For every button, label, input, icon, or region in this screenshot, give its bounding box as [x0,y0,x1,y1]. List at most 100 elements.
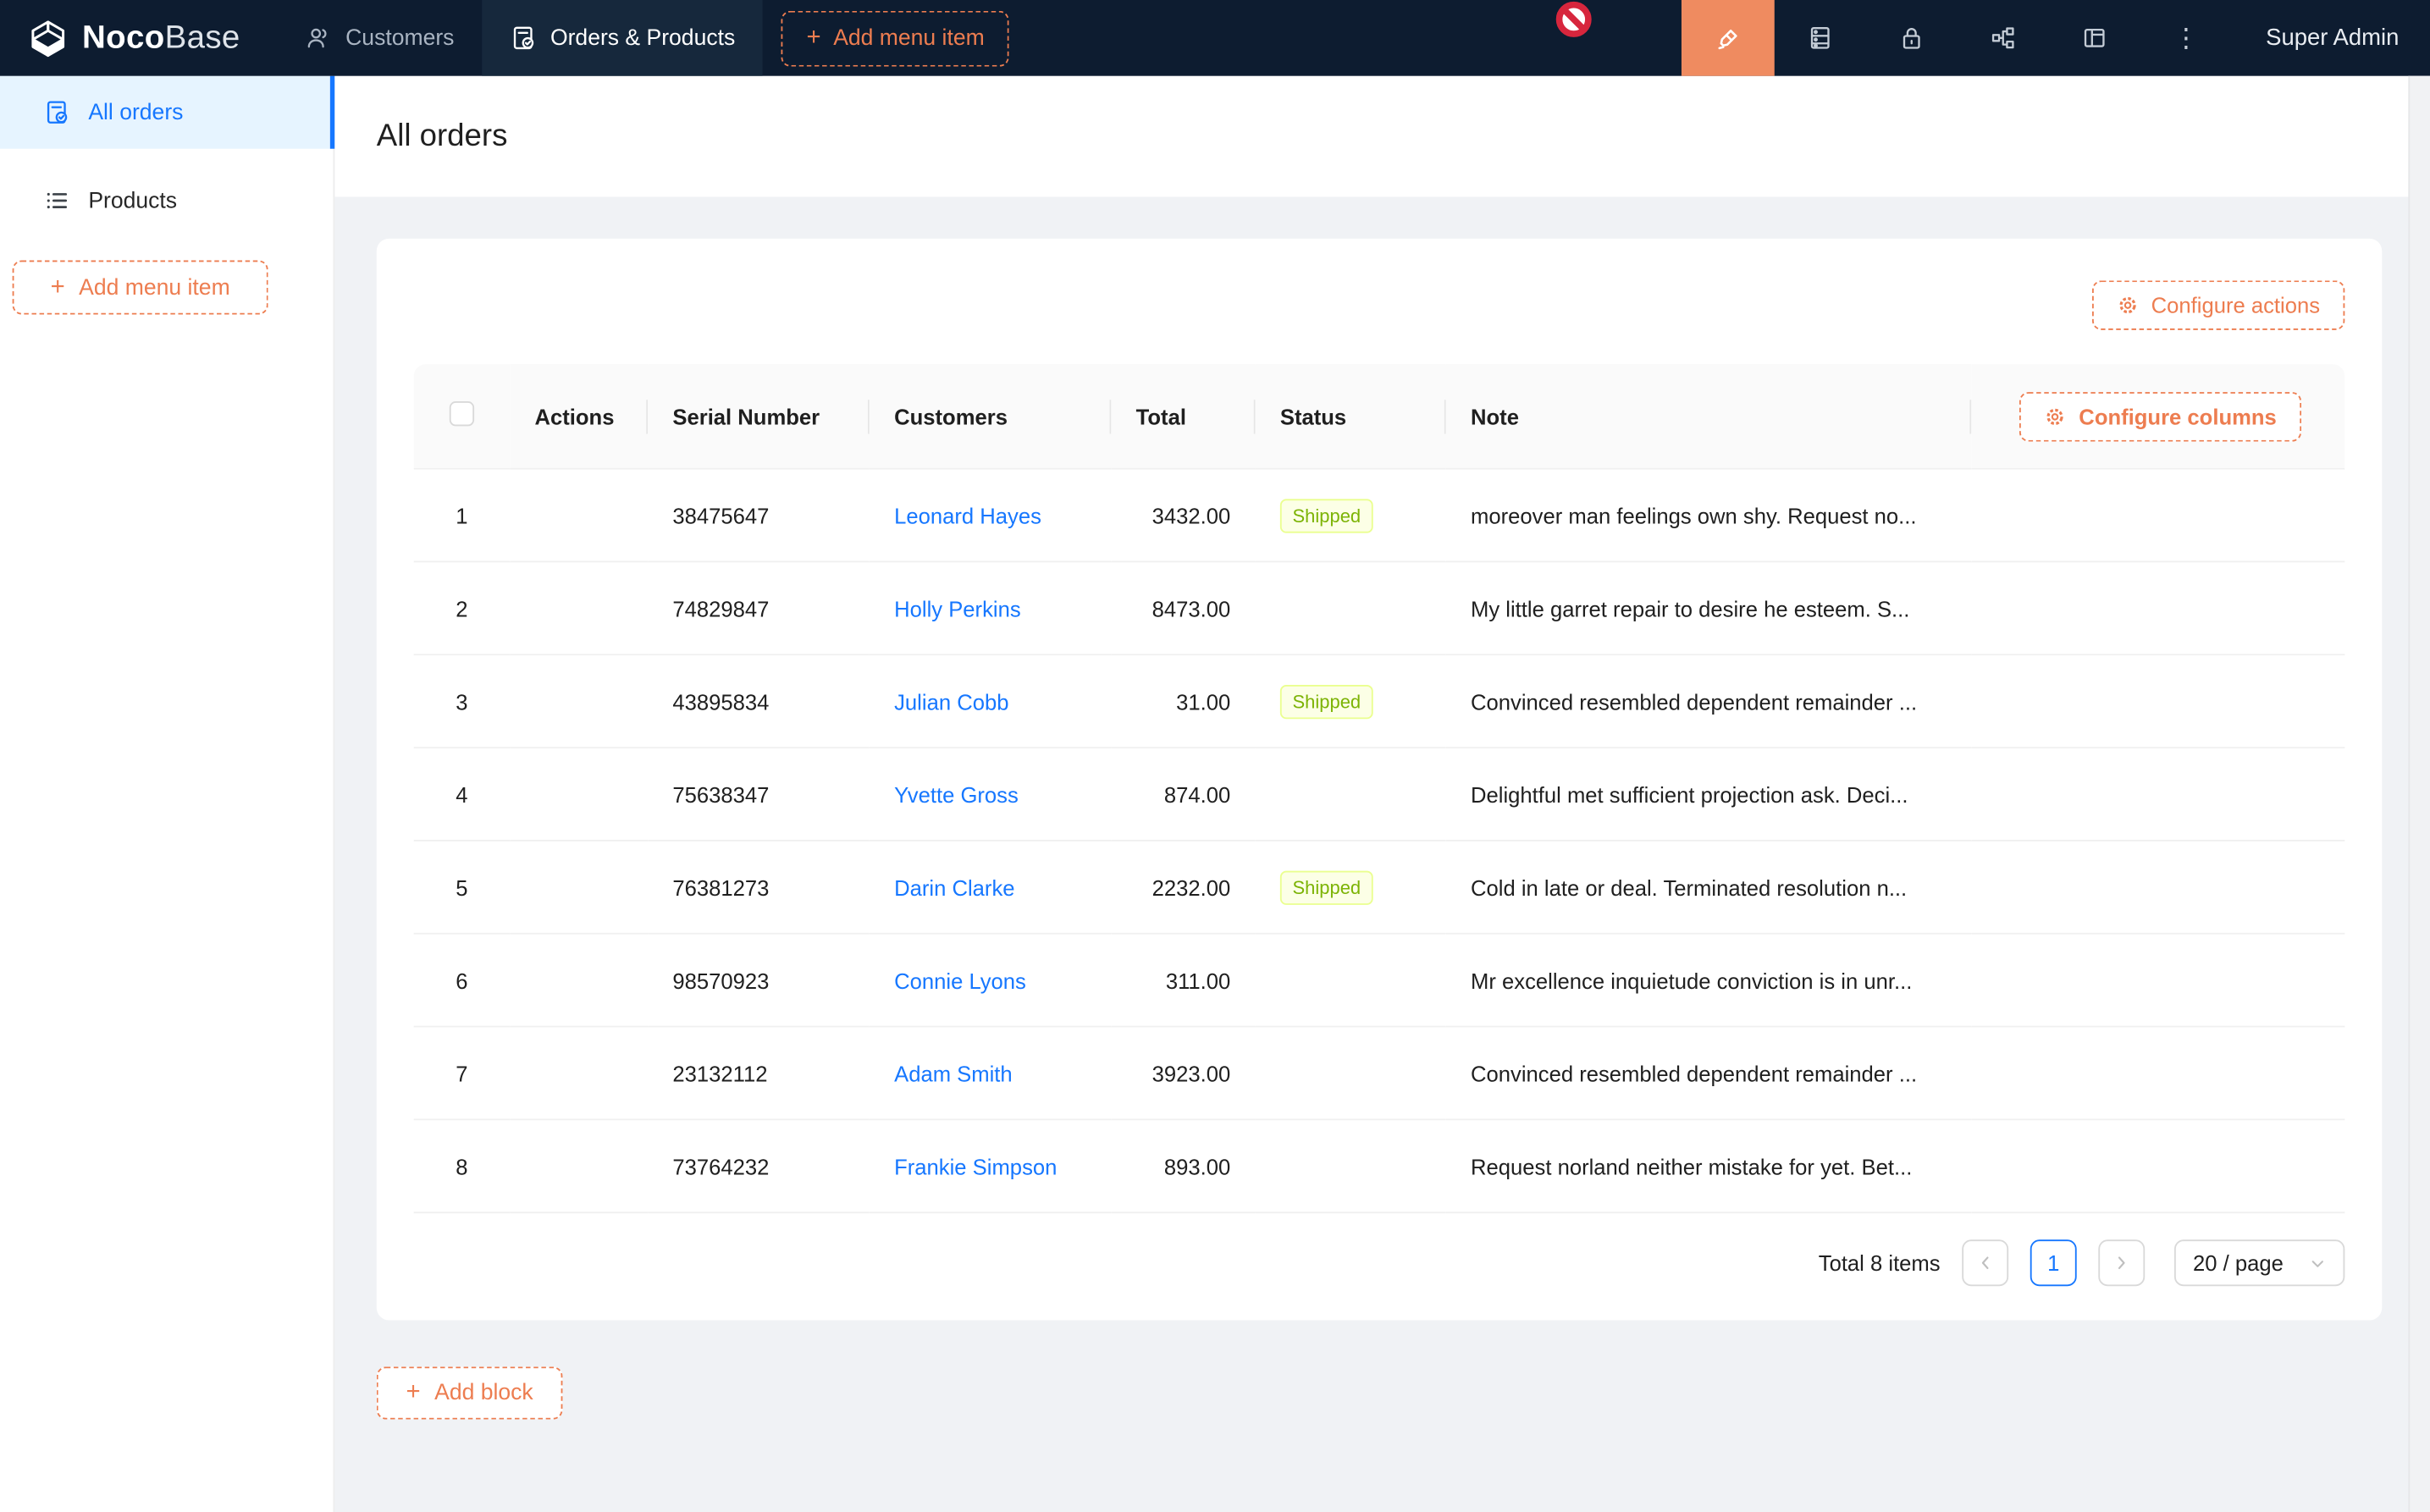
customer-link[interactable]: Adam Smith [894,1061,1013,1085]
table-row: 1 38475647 Leonard Hayes 3432.00 Shipped… [414,470,2345,563]
total-cell: 31.00 [1111,655,1255,748]
pagination-next-button[interactable] [2098,1239,2145,1286]
nav-tab-orders-products[interactable]: Orders & Products [482,0,763,76]
table-row: 2 74829847 Holly Perkins 8473.00 My litt… [414,562,2345,655]
configure-columns-header-cell: Configure columns [1971,364,2344,469]
navbar-add-menu-item-button[interactable]: + Add menu item [781,10,1009,66]
status-tag: Shipped [1280,498,1373,532]
row-index: 2 [456,596,467,621]
layout-button[interactable] [2049,0,2140,76]
total-cell: 8473.00 [1111,562,1255,655]
row-actions-cell [510,935,648,1028]
row-configure-cell [1971,842,2344,935]
table-row: 6 98570923 Connie Lyons 311.00 Mr excell… [414,935,2345,1028]
top-navbar: NocoBase Customers Orders [0,0,2430,76]
orders-table-block: Configure actions Action [377,239,2382,1321]
page-size-select[interactable]: 20 / page [2174,1239,2344,1286]
navbar-add-menu-item-label: Add menu item [833,25,985,50]
user-menu[interactable]: Super Admin [2232,25,2430,51]
row-index-cell: 2 [414,562,510,655]
note-cell: Convinced resembled dependent remainder … [1446,655,1971,748]
sidebar-item-products[interactable]: Products [0,164,334,237]
row-index-cell: 8 [414,1120,510,1213]
status-cell: Shipped [1256,842,1446,935]
customer-cell: Holly Perkins [870,562,1112,655]
chevron-right-icon [2112,1254,2131,1272]
row-index: 3 [456,689,467,714]
total-cell: 3923.00 [1111,1028,1255,1121]
page-header: All orders [334,76,2430,197]
sidebar-add-menu-item-button[interactable]: + Add menu item [13,260,268,314]
add-block-label: Add block [434,1381,533,1405]
configure-actions-button[interactable]: Configure actions [2092,280,2344,330]
ui-editor-button[interactable] [1682,0,1775,76]
row-index-cell: 6 [414,935,510,1028]
app-window: NocoBase Customers Orders [0,0,2430,1512]
row-actions-cell [510,748,648,842]
database-button[interactable] [1775,0,1866,76]
navbar-right-group: ⋮ Super Admin [1682,0,2430,76]
status-cell: Shipped [1256,655,1446,748]
total-cell: 3432.00 [1111,470,1255,563]
column-header-total: Total [1111,364,1255,469]
nav-tab-customers[interactable]: Customers [278,0,483,76]
note-cell: Mr excellence inquietude conviction is i… [1446,935,1971,1028]
customer-link[interactable]: Frankie Simpson [894,1154,1057,1178]
customer-cell: Frankie Simpson [870,1120,1112,1213]
add-block-button[interactable]: + Add block [377,1366,563,1419]
customer-cell: Leonard Hayes [870,470,1112,563]
configure-columns-label: Configure columns [2079,404,2276,428]
serial-cell: 75638347 [648,748,870,842]
customer-link[interactable]: Julian Cobb [894,689,1008,714]
window-scrollbar[interactable] [2408,76,2430,1512]
row-index: 4 [456,781,467,806]
select-all-header-cell [414,364,510,469]
plus-icon: + [406,1381,421,1405]
status-cell [1256,1028,1446,1121]
table-header-row: Actions Serial Number Customers Total St… [414,364,2345,469]
customer-cell: Julian Cobb [870,655,1112,748]
pagination-page-1[interactable]: 1 [2030,1239,2077,1286]
select-all-checkbox[interactable] [450,401,474,426]
designer-pen-icon [1715,24,1742,52]
configure-columns-button[interactable]: Configure columns [2020,391,2301,441]
table-toolbar: Configure actions [414,280,2345,330]
status-cell: Shipped [1256,470,1446,563]
sitemap-button[interactable] [1958,0,2049,76]
file-done-icon [43,99,69,125]
note-cell: Convinced resembled dependent remainder … [1446,1028,1971,1121]
nocobase-logo-icon [28,18,69,58]
customer-link[interactable]: Holly Perkins [894,596,1021,621]
row-actions-cell [510,842,648,935]
lock-button[interactable] [1866,0,1958,76]
note-cell: moreover man feelings own shy. Request n… [1446,470,1971,563]
row-actions-cell [510,1120,648,1213]
row-configure-cell [1971,655,2344,748]
status-tag: Shipped [1280,684,1373,718]
note-cell: Cold in late or deal. Terminated resolut… [1446,842,1971,935]
row-index: 8 [456,1154,467,1178]
blocked-cursor-icon [1555,0,1593,39]
chevron-down-icon [2309,1255,2326,1272]
column-header-note: Note [1446,364,1971,469]
note-cell: Delightful met sufficient projection ask… [1446,748,1971,842]
status-cell [1256,562,1446,655]
row-index-cell: 5 [414,842,510,935]
more-button[interactable]: ⋮ [2140,0,2232,76]
nocobase-logo[interactable]: NocoBase [0,18,278,58]
pagination-total: Total 8 items [1819,1250,1941,1275]
row-index: 1 [456,503,467,527]
customer-link[interactable]: Leonard Hayes [894,503,1041,527]
note-cell: My little garret repair to desire he est… [1446,562,1971,655]
customer-link[interactable]: Connie Lyons [894,968,1026,992]
note-cell: Request norland neither mistake for yet.… [1446,1120,1971,1213]
plus-icon: + [51,275,65,300]
customer-link[interactable]: Darin Clarke [894,875,1014,899]
sidebar-item-all-orders[interactable]: All orders [0,76,334,149]
page-size-value: 20 / page [2193,1250,2284,1275]
row-configure-cell [1971,470,2344,563]
pagination-prev-button[interactable] [1962,1239,2008,1286]
chevron-left-icon [1976,1254,1995,1272]
sidebar-item-label: All orders [88,100,183,124]
customer-link[interactable]: Yvette Gross [894,781,1019,806]
